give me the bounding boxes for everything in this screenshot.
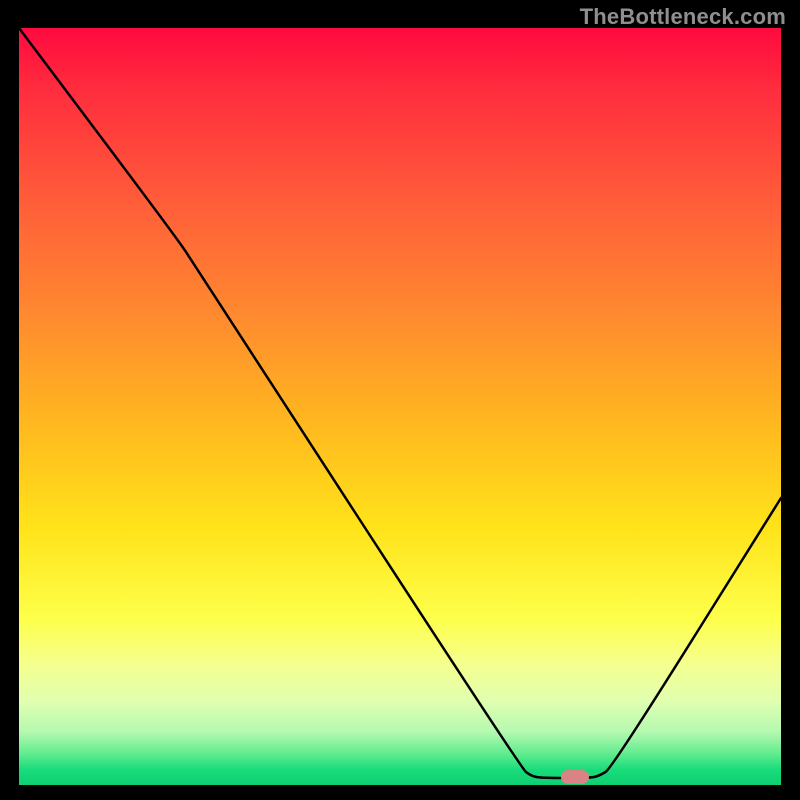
bottleneck-curve-path (19, 28, 781, 778)
optimal-point-marker (561, 770, 589, 784)
plot-area (19, 28, 781, 785)
watermark-text: TheBottleneck.com (580, 4, 786, 30)
bottleneck-curve (19, 28, 781, 785)
chart-frame: TheBottleneck.com (0, 0, 800, 800)
